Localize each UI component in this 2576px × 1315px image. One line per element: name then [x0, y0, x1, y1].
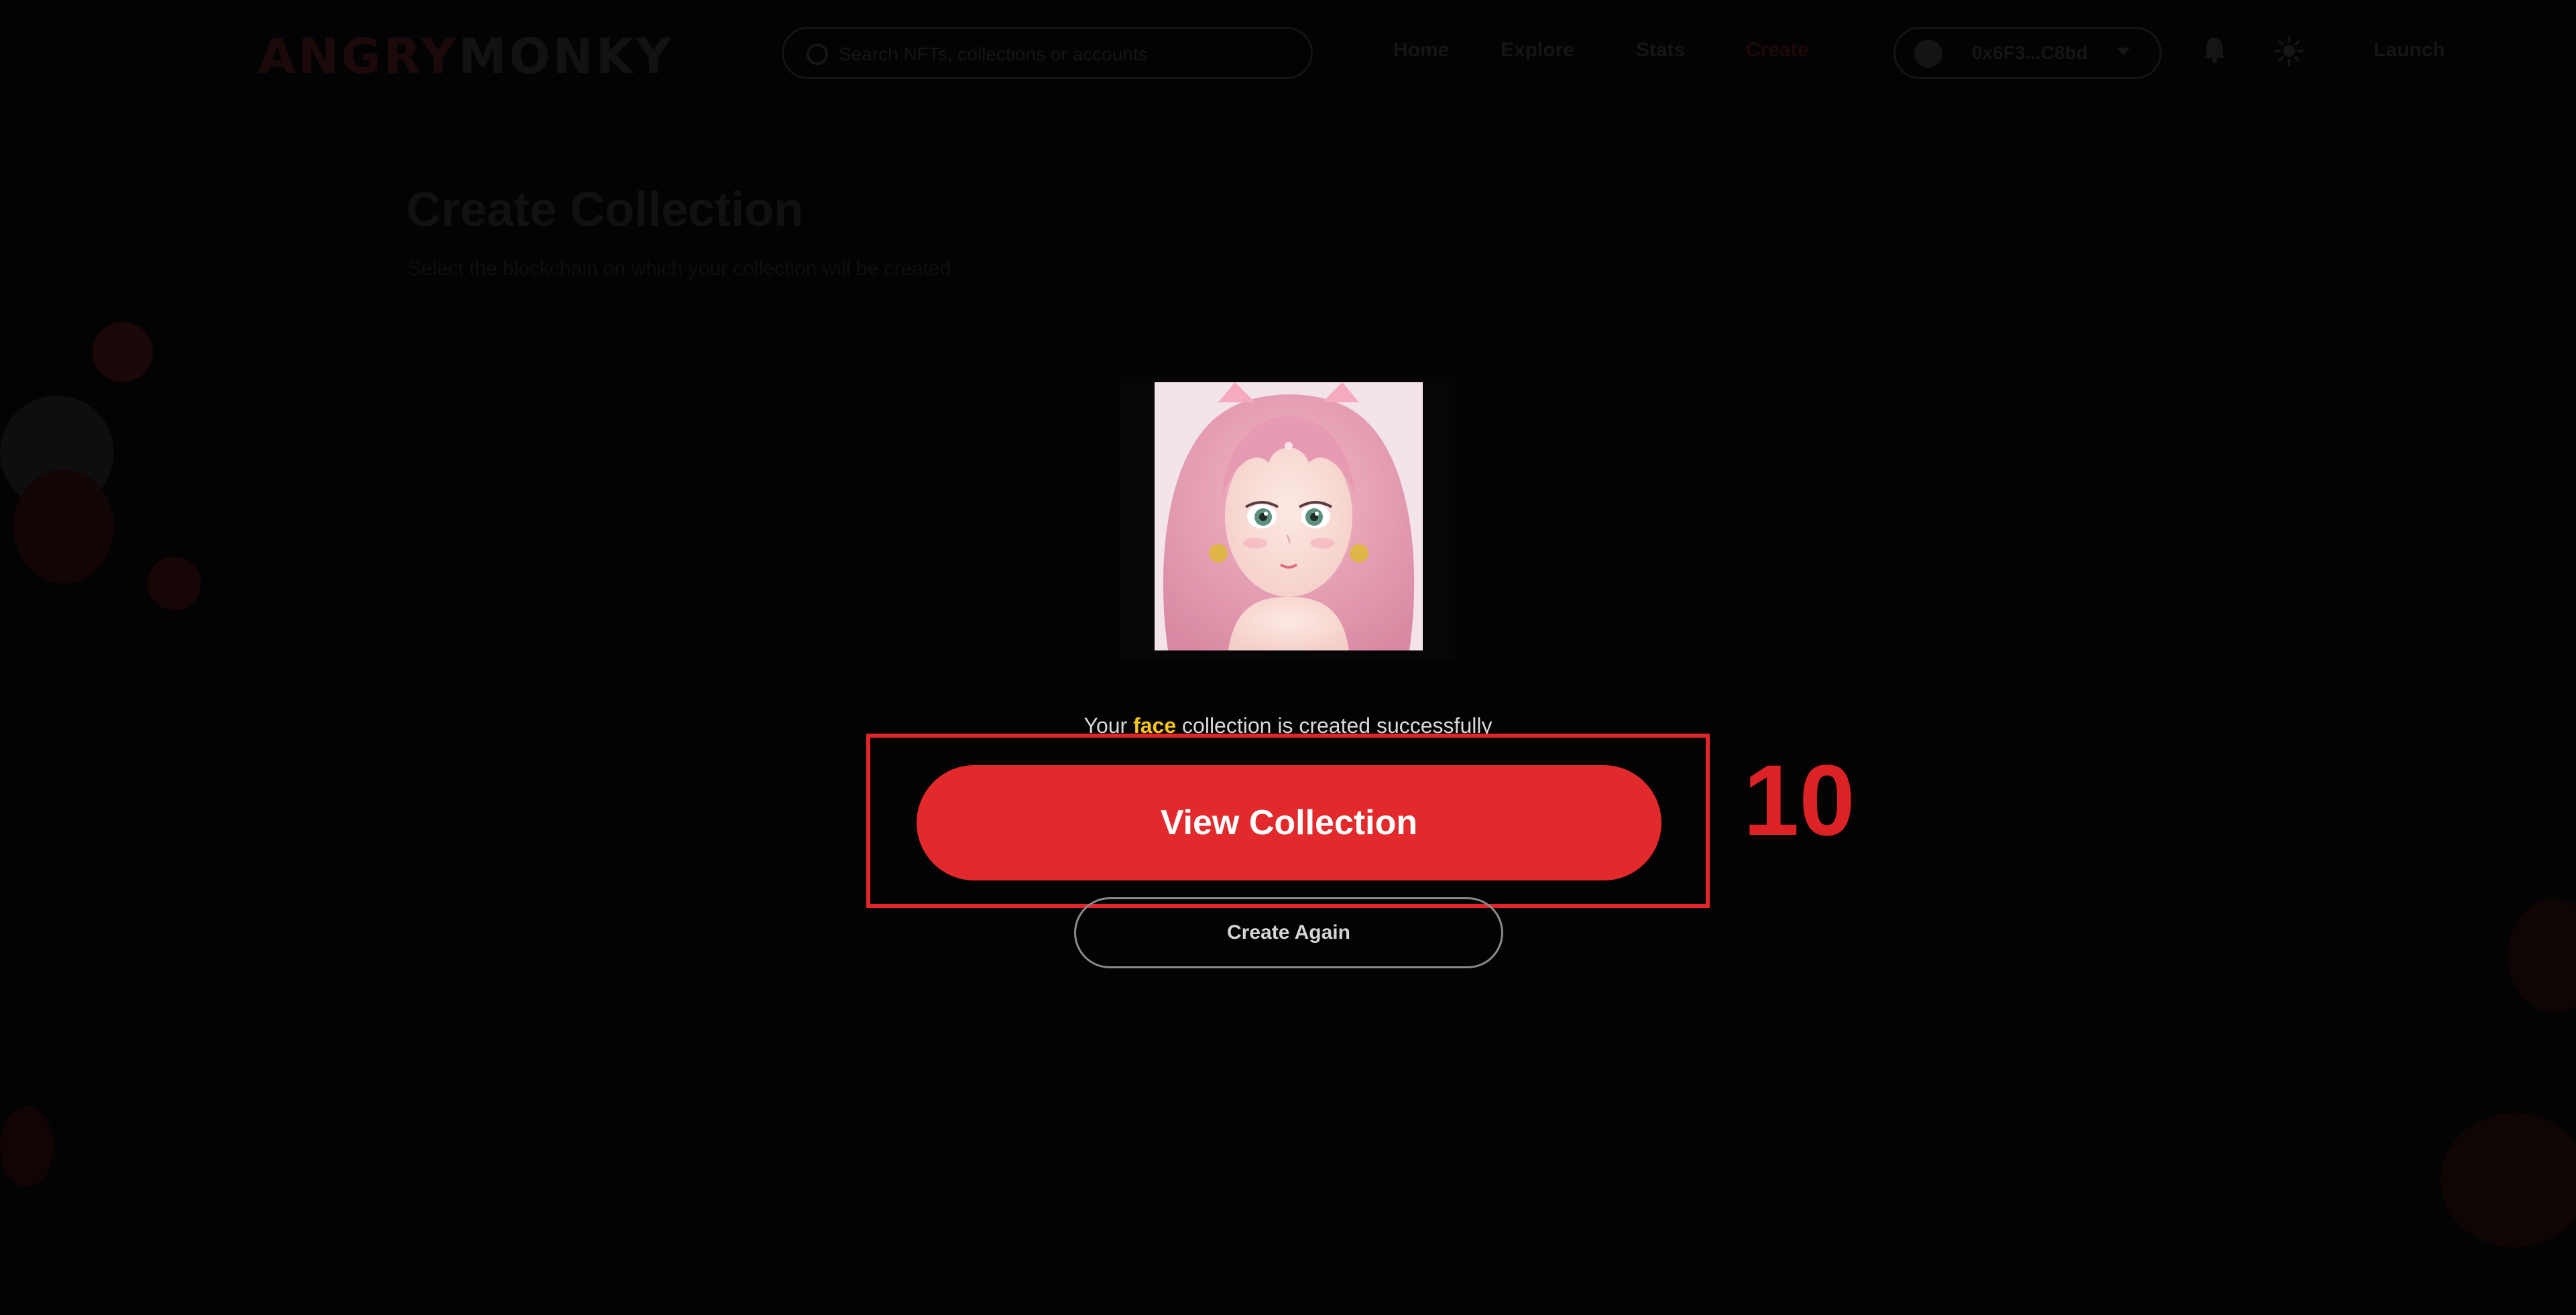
collection-preview-image: [1155, 382, 1423, 650]
launch-link[interactable]: Launch: [2374, 39, 2445, 62]
nav-stats[interactable]: Stats: [1636, 39, 1685, 62]
view-collection-button[interactable]: View Collection: [917, 765, 1661, 880]
page: ANGRYMONKY Home Explore Stats Create 0x6…: [0, 0, 2576, 1315]
search-input[interactable]: [837, 36, 1296, 73]
search-icon: [807, 44, 828, 65]
wallet-avatar: [1914, 40, 1942, 68]
create-again-button[interactable]: Create Again: [1074, 897, 1503, 968]
decor-circle: [148, 557, 201, 610]
sun-icon[interactable]: [2274, 36, 2304, 66]
decor-circle: [13, 469, 114, 583]
nav-create[interactable]: Create: [1746, 39, 1808, 62]
decor-circle: [93, 322, 153, 382]
decor-circle: [2508, 899, 2576, 1013]
bell-icon[interactable]: [2203, 36, 2226, 64]
annotation-number: 10: [1743, 744, 1855, 856]
page-subtitle: Select the blockchain on which your coll…: [408, 258, 951, 280]
wallet-address: 0x6F3...C8bd: [1972, 42, 2088, 63]
chevron-down-icon: [2117, 48, 2130, 56]
nav-explore[interactable]: Explore: [1501, 39, 1574, 62]
logo-text-monky: MONKY: [458, 28, 674, 84]
decor-circle: [2441, 1113, 2576, 1247]
header: ANGRYMONKY Home Explore Stats Create 0x6…: [0, 0, 2576, 107]
page-title: Create Collection: [406, 183, 804, 237]
nav-home[interactable]: Home: [1393, 39, 1449, 62]
wallet-button[interactable]: 0x6F3...C8bd: [1893, 27, 2162, 79]
logo-text-angry: ANGRY: [258, 28, 459, 84]
logo[interactable]: ANGRYMONKY: [258, 28, 674, 84]
decor-circle: [0, 1106, 54, 1187]
search-bar[interactable]: [782, 27, 1313, 79]
